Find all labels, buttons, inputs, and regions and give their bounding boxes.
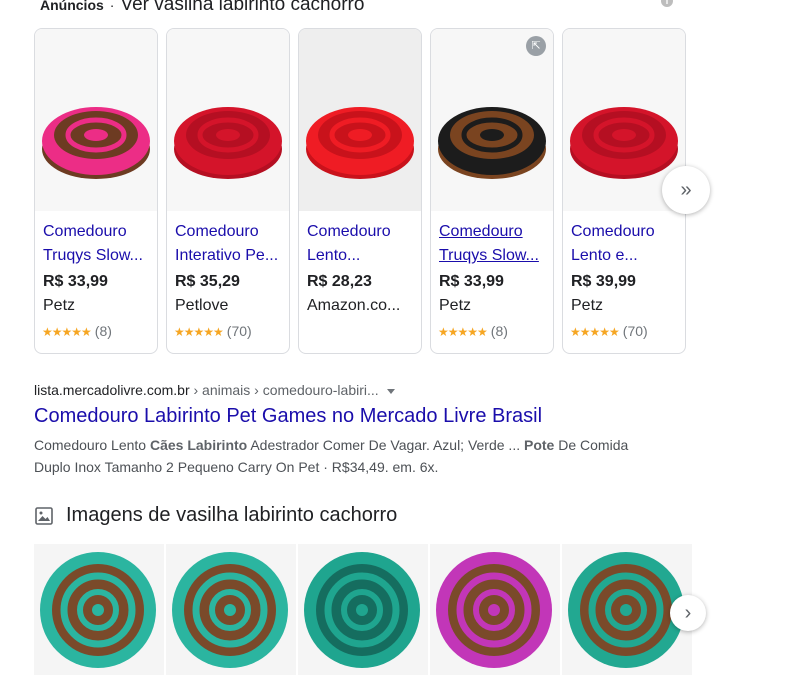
product-price: R$ 35,29 [175,273,240,290]
product-image[interactable] [299,29,421,211]
product-image[interactable] [167,29,289,211]
product-card-4[interactable]: ⇱ Comedouro Truqys Slow... R$ 33,99 Petz … [430,28,554,354]
bowl-graphic [174,107,282,179]
product-title[interactable]: Comedouro Lento... [307,220,415,268]
result-path: › animais › comedouro-labiri... [189,382,379,398]
bowl-graphic [436,552,552,668]
ads-header: Anúncios · Ver vasilha labirinto cachorr… [40,0,364,18]
rating-count: (8) [490,323,508,339]
product-image[interactable] [431,29,553,211]
product-store: Petz [439,297,472,314]
product-store: Petz [571,297,604,314]
product-store: Amazon.co... [307,297,401,314]
product-title[interactable]: Comedouro Truqys Slow... [439,220,547,268]
double-chevron-right-icon: » [680,178,692,201]
star-icons: ★★★★★ [570,325,620,339]
product-price: R$ 39,99 [571,273,636,290]
image-thumb-3[interactable] [298,544,428,675]
images-next-button[interactable]: › [670,595,706,631]
product-title[interactable]: Comedouro Interativo Pe... [175,220,283,268]
ads-next-button[interactable]: » [662,166,710,214]
bowl-graphic [40,552,156,668]
images-heading[interactable]: Imagens de vasilha labirinto cachorro [66,504,397,527]
external-link-icon[interactable]: ⇱ [526,36,546,56]
product-store: Petlove [175,297,229,314]
caret-down-icon[interactable] [386,388,395,394]
product-card-3[interactable]: Comedouro Lento... R$ 28,23 Amazon.co... [298,28,422,354]
product-rating: ★★★★★ (70) [570,323,648,339]
image-thumb-1[interactable] [34,544,164,675]
product-price: R$ 33,99 [439,273,504,290]
star-icons: ★★★★★ [438,325,488,339]
bowl-graphic [42,107,150,179]
product-image[interactable] [35,29,157,211]
bowl-graphic [172,552,288,668]
star-icons: ★★★★★ [42,325,92,339]
product-rating: ★★★★★ (8) [438,323,508,339]
star-icons: ★★★★★ [174,325,224,339]
product-rating: ★★★★★ (70) [174,323,252,339]
product-title[interactable]: Comedouro Truqys Slow... [43,220,151,268]
product-store: Petz [43,297,76,314]
product-price: R$ 33,99 [43,273,108,290]
bowl-graphic [568,552,684,668]
info-icon[interactable]: i [661,0,673,7]
product-title[interactable]: Comedouro Lento e... [571,220,679,268]
product-rating: ★★★★★ (8) [42,323,112,339]
product-card-2[interactable]: Comedouro Interativo Pe... R$ 35,29 Petlo… [166,28,290,354]
chevron-right-icon: › [684,601,692,624]
ads-separator: · [109,0,115,13]
image-thumb-2[interactable] [166,544,296,675]
rating-count: (70) [226,323,252,339]
ads-label: Anúncios [40,0,104,13]
product-card-1[interactable]: Comedouro Truqys Slow... R$ 33,99 Petz ★★… [34,28,158,354]
ads-title: Ver vasilha labirinto cachorro [120,0,365,15]
result-snippet: Comedouro Lento Cães Labirinto Adestrado… [34,437,629,475]
result-url[interactable]: lista.mercadolivre.com.br › animais › co… [34,382,395,398]
product-price: R$ 28,23 [307,273,372,290]
image-thumb-4[interactable] [430,544,560,675]
rating-count: (70) [622,323,648,339]
result-title-link[interactable]: Comedouro Labirinto Pet Games no Mercado… [34,405,542,428]
bowl-graphic [304,552,420,668]
bowl-graphic [438,107,546,179]
result-domain: lista.mercadolivre.com.br [34,382,190,398]
bowl-graphic [306,107,414,179]
rating-count: (8) [94,323,112,339]
image-icon [35,507,53,525]
